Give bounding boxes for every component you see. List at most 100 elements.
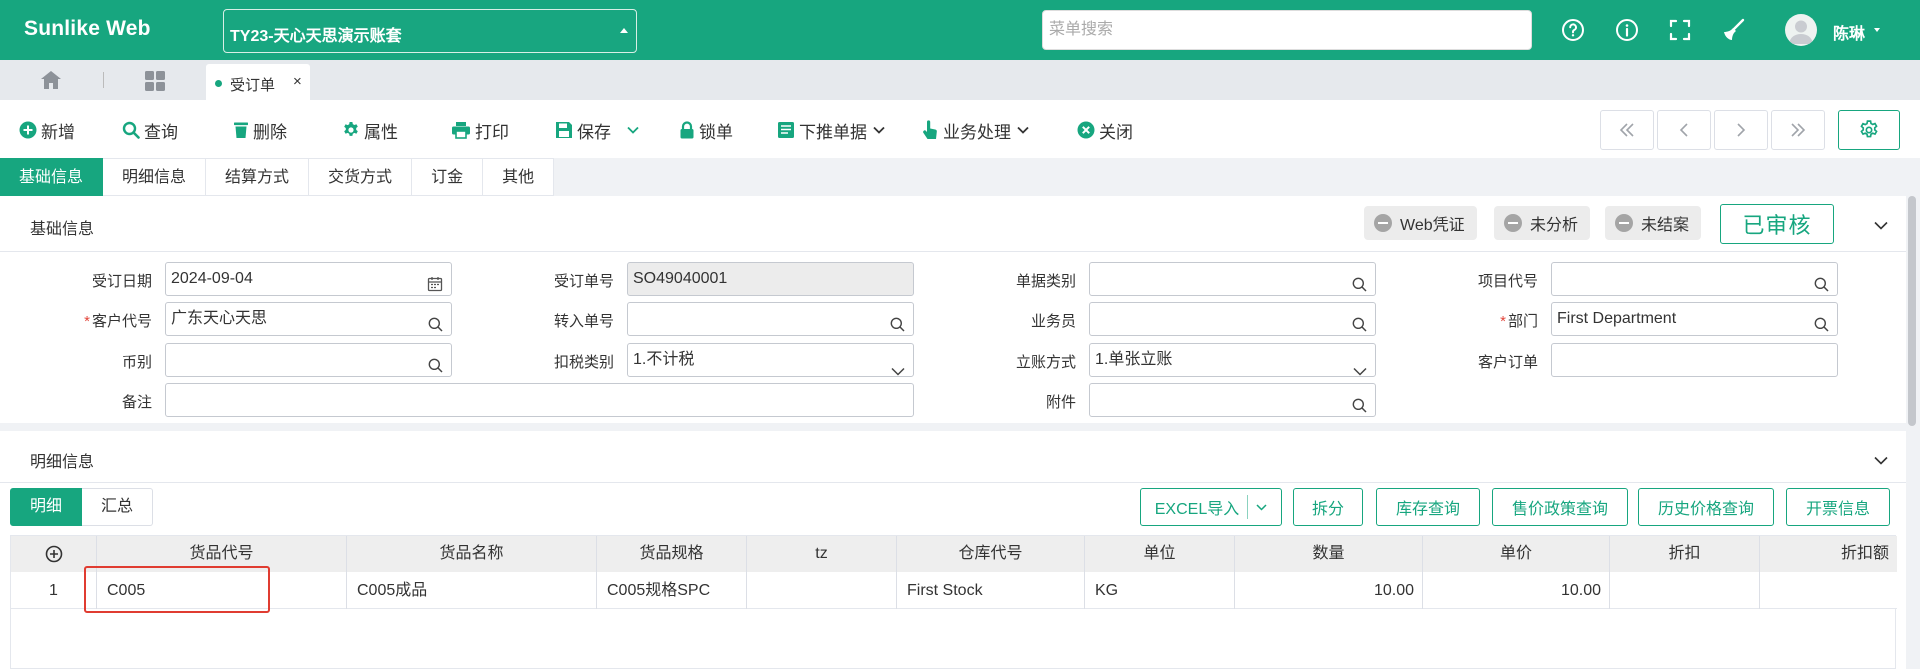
search-icon[interactable] xyxy=(428,353,443,376)
avatar[interactable] xyxy=(1785,14,1817,46)
account-select[interactable]: TY23-天心天思演示账套 xyxy=(223,9,637,53)
clean-broom-icon[interactable] xyxy=(1721,17,1747,43)
search-icon[interactable] xyxy=(1352,312,1367,335)
attachment-field[interactable] xyxy=(1089,383,1376,417)
price-history-query-button[interactable]: 历史价格查询 xyxy=(1638,488,1774,526)
transfer-no-label: 转入单号 xyxy=(553,313,614,330)
first-record-button[interactable] xyxy=(1600,110,1654,150)
tab-detail-info[interactable]: 明细信息 xyxy=(103,158,207,196)
menu-search-input[interactable] xyxy=(1042,10,1532,50)
vertical-scrollbar[interactable] xyxy=(1908,196,1916,426)
properties-button[interactable]: 属性 xyxy=(342,119,398,142)
info-icon[interactable] xyxy=(1614,17,1640,43)
tab-delivery[interactable]: 交货方式 xyxy=(309,158,413,196)
cell-item-code[interactable]: C005 xyxy=(97,572,347,609)
search-icon[interactable] xyxy=(890,312,905,335)
app-grid-icon[interactable] xyxy=(143,69,167,96)
department-field[interactable]: First Department xyxy=(1551,302,1838,336)
help-icon[interactable] xyxy=(1560,17,1586,43)
business-process-button-label: 业务处理 xyxy=(943,122,1011,142)
split-button[interactable]: 拆分 xyxy=(1293,488,1363,526)
column-header-quantity[interactable]: 数量 xyxy=(1235,536,1423,572)
required-asterisk: * xyxy=(1500,313,1506,330)
tab-deposit[interactable]: 订金 xyxy=(412,158,484,196)
tab-other[interactable]: 其他 xyxy=(483,158,555,196)
cell-unit[interactable]: KG xyxy=(1085,572,1235,609)
push-down-button[interactable]: 下推单据 xyxy=(777,119,885,142)
table-row[interactable]: 1 C005 C005成品 C005规格SPC First Stock KG 1… xyxy=(11,572,1897,609)
column-header-unit-price[interactable]: 单价 xyxy=(1423,536,1610,572)
order-no-value: SO49040001 xyxy=(633,270,728,287)
customer-order-field[interactable] xyxy=(1551,343,1838,377)
search-icon[interactable] xyxy=(1814,312,1829,335)
cell-warehouse[interactable]: First Stock xyxy=(897,572,1085,609)
save-button[interactable]: 保存 xyxy=(555,119,639,142)
search-icon[interactable] xyxy=(428,312,443,335)
cell-item-name[interactable]: C005成品 xyxy=(347,572,597,609)
tab-basic-info[interactable]: 基础信息 xyxy=(0,158,104,196)
tab-settlement[interactable]: 结算方式 xyxy=(206,158,310,196)
chevron-down-icon xyxy=(1353,356,1367,376)
new-button[interactable]: 新增 xyxy=(19,119,75,142)
print-button[interactable]: 打印 xyxy=(451,119,509,142)
close-tab-icon[interactable]: × xyxy=(293,73,302,90)
cell-discount[interactable] xyxy=(1610,572,1760,609)
tab-sales-order[interactable]: 受订单 × xyxy=(206,64,310,100)
salesman-field[interactable] xyxy=(1089,302,1376,336)
column-header-item-code[interactable]: 货品代号 xyxy=(97,536,347,572)
stock-query-button[interactable]: 库存查询 xyxy=(1376,488,1480,526)
cell-quantity[interactable]: 10.00 xyxy=(1235,572,1423,609)
cell-discount-amount[interactable] xyxy=(1760,572,1897,609)
user-menu-caret-icon[interactable] xyxy=(1874,28,1880,32)
cell-item-spec[interactable]: C005规格SPC xyxy=(597,572,747,609)
collapse-chevron-icon[interactable] xyxy=(1874,452,1888,468)
detail-view-tabs: 明细 汇总 xyxy=(10,488,154,526)
calendar-icon[interactable] xyxy=(427,272,443,295)
column-header-unit[interactable]: 单位 xyxy=(1085,536,1235,572)
column-header-tz[interactable]: tz xyxy=(747,536,897,572)
settings-button[interactable] xyxy=(1838,110,1900,150)
lock-order-button[interactable]: 锁单 xyxy=(679,119,733,142)
column-header-discount[interactable]: 折扣 xyxy=(1610,536,1760,572)
order-date-field[interactable]: 2024-09-04 xyxy=(165,262,452,296)
delete-button-label: 删除 xyxy=(253,122,287,142)
transfer-no-field[interactable] xyxy=(627,302,914,336)
next-record-button[interactable] xyxy=(1714,110,1768,150)
home-icon[interactable] xyxy=(38,68,64,95)
excel-import-button[interactable]: EXCEL导入 xyxy=(1140,488,1282,526)
last-record-button[interactable] xyxy=(1771,110,1825,150)
currency-field[interactable] xyxy=(165,343,452,377)
column-header-item-name[interactable]: 货品名称 xyxy=(347,536,597,572)
close-button[interactable]: 关闭 xyxy=(1077,119,1133,142)
doc-type-field[interactable] xyxy=(1089,262,1376,296)
user-name[interactable]: 陈琳 xyxy=(1833,20,1865,44)
remark-field[interactable] xyxy=(165,383,914,417)
query-button[interactable]: 查询 xyxy=(122,119,178,142)
column-header-item-spec[interactable]: 货品规格 xyxy=(597,536,747,572)
brand-logo: Sunlike Web xyxy=(24,17,151,40)
tab-summary[interactable]: 汇总 xyxy=(82,488,154,526)
invoice-info-button[interactable]: 开票信息 xyxy=(1786,488,1890,526)
business-process-button[interactable]: 业务处理 xyxy=(922,119,1029,142)
price-policy-query-button[interactable]: 售价政策查询 xyxy=(1492,488,1628,526)
column-header-warehouse[interactable]: 仓库代号 xyxy=(897,536,1085,572)
tab-detail-lines[interactable]: 明细 xyxy=(10,488,83,526)
account-method-select[interactable]: 1.单张立账 xyxy=(1089,343,1376,377)
cell-tz[interactable] xyxy=(747,572,897,609)
department-label-text: 部门 xyxy=(1507,313,1538,330)
column-header-discount-amount[interactable]: 折扣额 xyxy=(1760,536,1897,572)
delete-button[interactable]: 删除 xyxy=(233,119,287,142)
customer-code-field[interactable]: 广东天心天思 xyxy=(165,302,452,336)
previous-record-button[interactable] xyxy=(1657,110,1711,150)
search-icon[interactable] xyxy=(1352,272,1367,295)
tax-type-select[interactable]: 1.不计税 xyxy=(627,343,914,377)
search-icon[interactable] xyxy=(1814,272,1829,295)
add-row-button[interactable] xyxy=(11,536,97,572)
search-icon[interactable] xyxy=(1352,393,1367,416)
fullscreen-icon[interactable] xyxy=(1667,17,1693,43)
project-code-field[interactable] xyxy=(1551,262,1838,296)
order-no-field: SO49040001 xyxy=(627,262,914,296)
collapse-chevron-icon[interactable] xyxy=(1874,217,1888,233)
cell-unit-price[interactable]: 10.00 xyxy=(1423,572,1610,609)
department-label: * 部门 xyxy=(1428,310,1538,330)
